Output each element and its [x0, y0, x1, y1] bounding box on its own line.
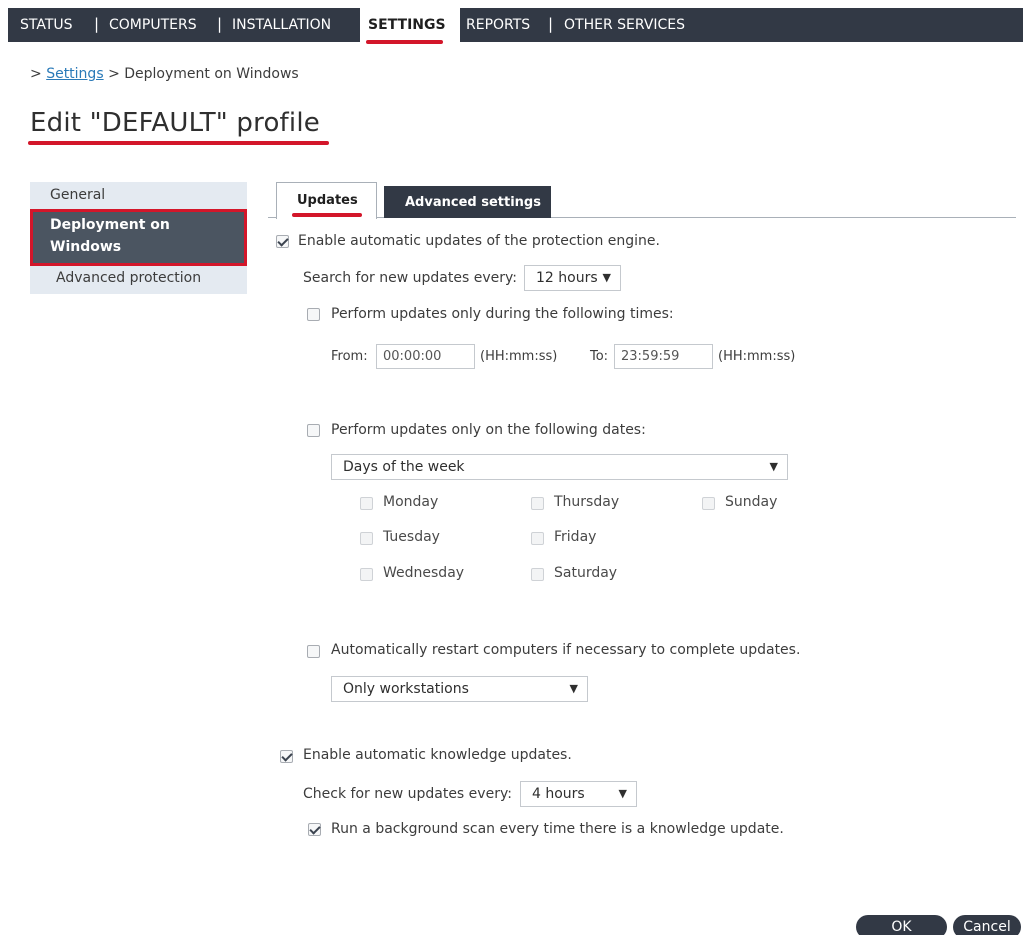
from-format-hint: (HH:mm:ss) — [480, 349, 558, 364]
dropdown-arrow-icon: ▼ — [602, 271, 611, 284]
to-time-value: 23:59:59 — [621, 349, 680, 364]
nav-status[interactable]: STATUS — [20, 8, 73, 42]
breadcrumb: > Settings > Deployment on Windows — [30, 66, 299, 82]
auto-restart-checkbox[interactable] — [307, 645, 320, 658]
saturday-label: Saturday — [554, 565, 618, 581]
enable-knowledge-updates-label: Enable automatic knowledge updates. — [303, 747, 572, 763]
thursday-checkbox[interactable] — [531, 497, 544, 510]
tab-highlight-underline — [292, 213, 362, 217]
restart-target-select[interactable]: Only workstations ▼ — [331, 676, 588, 702]
tab-updates-label: Updates — [297, 193, 358, 208]
update-times-checkbox[interactable] — [307, 308, 320, 321]
restart-target-value: Only workstations — [343, 681, 469, 697]
friday-label: Friday — [554, 529, 597, 545]
nav-computers[interactable]: COMPUTERS — [109, 8, 197, 42]
breadcrumb-prefix: > — [30, 66, 42, 82]
from-time-input[interactable]: 00:00:00 — [376, 344, 475, 369]
check-frequency-select[interactable]: 4 hours ▼ — [520, 781, 637, 807]
tab-advanced-settings-label: Advanced settings — [405, 195, 541, 210]
title-highlight-underline — [28, 141, 329, 145]
check-frequency-label: Check for new updates every: — [303, 786, 512, 802]
monday-label: Monday — [383, 494, 439, 510]
wednesday-checkbox[interactable] — [360, 568, 373, 581]
wednesday-label: Wednesday — [383, 565, 465, 581]
cancel-button[interactable]: Cancel — [953, 915, 1021, 935]
nav-settings[interactable]: SETTINGS — [368, 8, 446, 42]
update-dates-checkbox[interactable] — [307, 424, 320, 437]
sidebar-item-advanced-protection[interactable]: Advanced protection — [56, 270, 201, 286]
page-title: Edit "DEFAULT" profile — [30, 108, 320, 138]
sidebar-item-general[interactable]: General — [50, 187, 105, 203]
background-scan-checkbox[interactable] — [308, 823, 321, 836]
background-scan-label: Run a background scan every time there i… — [331, 821, 784, 837]
tab-divider — [268, 217, 1016, 218]
breadcrumb-settings-link[interactable]: Settings — [46, 66, 103, 82]
tuesday-label: Tuesday — [383, 529, 440, 545]
friday-checkbox[interactable] — [531, 532, 544, 545]
nav-separator: | — [548, 15, 554, 33]
dates-type-select[interactable]: Days of the week ▼ — [331, 454, 788, 480]
thursday-label: Thursday — [554, 494, 620, 510]
tuesday-checkbox[interactable] — [360, 532, 373, 545]
check-frequency-value: 4 hours — [532, 786, 585, 802]
dropdown-arrow-icon: ▼ — [618, 787, 627, 800]
saturday-checkbox[interactable] — [531, 568, 544, 581]
enable-engine-updates-label: Enable automatic updates of the protecti… — [298, 233, 660, 249]
search-frequency-select[interactable]: 12 hours ▼ — [524, 265, 621, 291]
from-label: From: — [331, 349, 368, 364]
monday-checkbox[interactable] — [360, 497, 373, 510]
update-times-label: Perform updates only during the followin… — [331, 306, 674, 322]
breadcrumb-current: > Deployment on Windows — [108, 66, 299, 82]
dropdown-arrow-icon: ▼ — [769, 460, 778, 473]
ok-button[interactable]: OK — [856, 915, 947, 935]
search-frequency-value: 12 hours — [536, 270, 598, 286]
nav-separator: | — [217, 15, 223, 33]
dates-type-value: Days of the week — [343, 459, 465, 475]
settings-highlight-underline — [366, 40, 443, 44]
sunday-label: Sunday — [725, 494, 778, 510]
top-navigation: STATUS | COMPUTERS | INSTALLATION SETTIN… — [8, 8, 1023, 42]
search-frequency-label: Search for new updates every: — [303, 270, 517, 286]
to-time-input[interactable]: 23:59:59 — [614, 344, 713, 369]
auto-restart-label: Automatically restart computers if neces… — [331, 642, 801, 658]
enable-engine-updates-checkbox[interactable] — [276, 235, 289, 248]
nav-reports[interactable]: REPORTS — [466, 8, 530, 42]
to-label: To: — [590, 349, 609, 364]
update-dates-label: Perform updates only on the following da… — [331, 422, 646, 438]
nav-separator: | — [94, 15, 100, 33]
from-time-value: 00:00:00 — [383, 349, 442, 364]
to-format-hint: (HH:mm:ss) — [718, 349, 796, 364]
sidebar-item-deployment-label: Deployment on Windows — [50, 217, 170, 255]
dropdown-arrow-icon: ▼ — [569, 682, 578, 695]
sunday-checkbox[interactable] — [702, 497, 715, 510]
enable-knowledge-updates-checkbox[interactable] — [280, 750, 293, 763]
nav-other-services[interactable]: OTHER SERVICES — [564, 8, 685, 42]
nav-installation[interactable]: INSTALLATION — [232, 8, 331, 42]
